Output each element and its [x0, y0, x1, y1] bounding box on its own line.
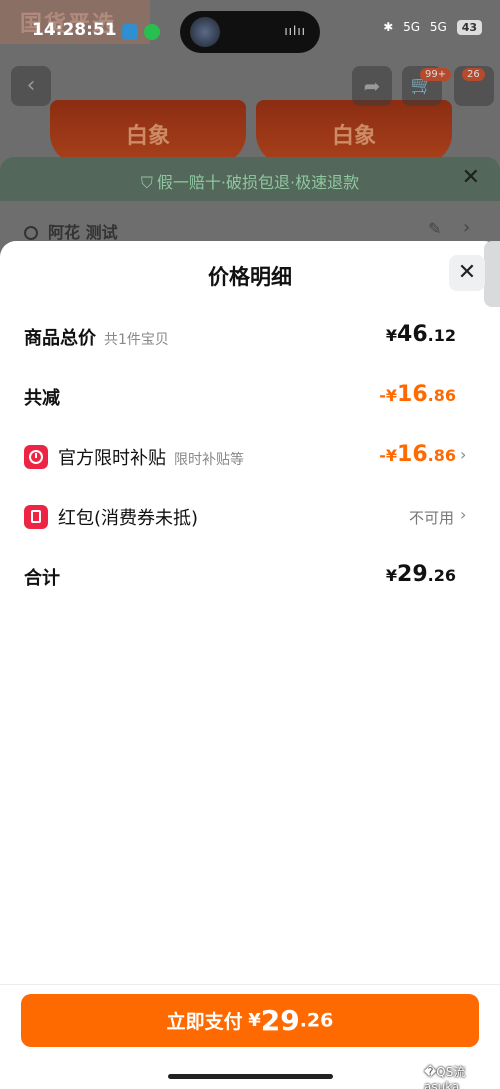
row-value: ¥46.12 — [385, 322, 456, 347]
chevron-right-icon: › — [463, 217, 471, 238]
close-button[interactable]: ✕ — [449, 255, 485, 291]
pay-now-button[interactable]: 立即支付 ¥29.26 — [21, 994, 479, 1047]
row-label: 共减 — [24, 388, 60, 409]
pay-amount-dec: .26 — [299, 1009, 334, 1032]
clock-icon — [24, 445, 48, 469]
address-name: 阿花 测试 — [48, 223, 118, 242]
guarantee-bar: ⛉ 假一赔十·破损包退·极速退款 ✕ — [0, 157, 500, 201]
dynamic-island[interactable]: ıılıı — [180, 11, 320, 53]
message-count-badge: 26 — [462, 68, 485, 81]
row-item-total: 商品总价 共1件宝贝 ¥46.12 — [0, 316, 500, 356]
product-image: 白象 — [50, 100, 246, 164]
bluetooth-icon: ✱ — [383, 20, 394, 34]
bottom-bar: 立即支付 ¥29.26 �QS流asuka — [0, 984, 500, 1089]
app-notification-icon — [122, 24, 138, 40]
app-notification-icon — [144, 24, 160, 40]
signal-5g-1: 5G — [403, 20, 421, 34]
row-label: 合计 — [24, 568, 60, 589]
chevron-right-icon: › — [460, 445, 467, 464]
pay-amount-int: 29 — [260, 1004, 300, 1037]
home-indicator[interactable] — [168, 1074, 333, 1079]
share-button[interactable]: ➦ — [352, 66, 392, 106]
address-row[interactable]: 阿花 测试 — [24, 219, 118, 243]
audio-wave-icon: ıılıı — [284, 24, 306, 38]
pay-currency: ¥ — [248, 1010, 261, 1031]
row-hint: 限时补贴等 — [174, 452, 244, 468]
row-value: ¥29.26 — [385, 562, 456, 587]
red-packet-icon — [24, 505, 48, 529]
status-indicators: ✱ 5G 5G 43 — [377, 20, 482, 35]
row-status: 不可用 — [409, 509, 455, 527]
battery-icon: 43 — [456, 20, 482, 35]
signal-5g-2: 5G — [429, 20, 447, 34]
location-pin-icon — [24, 226, 38, 240]
sheet-title: 价格明细 — [208, 265, 292, 289]
product-brand-label: 白象 — [125, 124, 170, 149]
row-value: -¥16.86 — [379, 442, 456, 467]
edit-pencil-icon[interactable]: ✎ — [428, 219, 441, 238]
status-bar: 14:28:51 ıılıı ✱ 5G 5G 43 — [0, 0, 500, 60]
chevron-left-icon: ‹ — [26, 73, 36, 98]
row-label: 红包(消费券未抵) — [58, 508, 199, 529]
status-time: 14:28:51 — [32, 20, 117, 40]
row-official-subsidy[interactable]: 官方限时补贴 限时补贴等 -¥16.86 › — [0, 436, 500, 476]
close-icon: ✕ — [457, 260, 477, 285]
product-image: 白象 — [256, 100, 452, 164]
album-art-icon — [190, 17, 220, 47]
shield-check-icon: ⛉ — [140, 173, 153, 192]
row-label: 官方限时补贴 — [58, 448, 166, 469]
back-button[interactable]: ‹ — [11, 66, 51, 106]
cart-count-badge: 99+ — [420, 68, 452, 81]
share-icon: ➦ — [363, 74, 381, 98]
row-label: 商品总价 — [24, 328, 96, 349]
row-red-packet[interactable]: 红包(消费券未抵) 不可用 › — [0, 496, 500, 536]
watermark: �QS流asuka — [424, 1065, 466, 1089]
guarantee-text: 假一赔十·破损包退·极速退款 — [156, 173, 360, 192]
row-value: -¥16.86 — [379, 382, 456, 407]
price-detail-sheet: 价格明细 ✕ 商品总价 共1件宝贝 ¥46.12 共减 -¥16.86 官方限时补… — [0, 241, 500, 1089]
chevron-right-icon: › — [460, 505, 467, 524]
row-grand-total: 合计 ¥29.26 — [0, 556, 500, 596]
row-total-discount: 共减 -¥16.86 — [0, 376, 500, 416]
row-hint: 共1件宝贝 — [104, 332, 169, 348]
product-brand-label: 白象 — [331, 124, 376, 149]
pay-label: 立即支付 — [166, 1011, 243, 1033]
guarantee-close-icon[interactable]: ✕ — [462, 165, 480, 190]
